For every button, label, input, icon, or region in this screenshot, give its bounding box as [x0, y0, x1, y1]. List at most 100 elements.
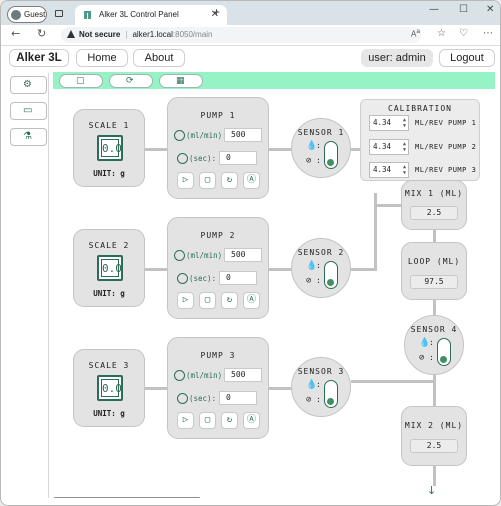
sensor-toggle[interactable] [324, 141, 338, 169]
stop-all-button[interactable]: ▢ [59, 74, 103, 88]
auto-button[interactable]: Ⓐ [243, 292, 260, 309]
play-button[interactable]: ▷ [177, 172, 194, 189]
mix1-value[interactable]: 2.5 [410, 206, 458, 220]
app-root: Alker 3L Home About user: admin Logout ⚙… [3, 46, 495, 498]
pipe [143, 387, 169, 390]
favorites-icon[interactable]: ☆ [437, 28, 446, 39]
time-input[interactable]: 0 [219, 151, 257, 165]
scale-unit: UNIT: g [93, 289, 125, 298]
profile-button[interactable]: Guest [7, 6, 47, 23]
calibration-input-3[interactable]: 4.34 ▲ ▼ [369, 162, 409, 178]
calculator-button[interactable]: ▦ [159, 74, 203, 88]
browser-tab[interactable]: Alker 3L Control Panel ✕ [75, 5, 227, 26]
user-badge: user: admin [361, 49, 433, 67]
time-label: (sec): [189, 394, 217, 403]
rotate-icon: ↻ [226, 295, 233, 305]
pump-card: PUMP 3 (ml/min): 500 (sec): 0 ▷ ▢ ↻ Ⓐ [167, 337, 269, 439]
timer-icon [177, 153, 188, 164]
scale-title: SCALE 1 [88, 121, 130, 130]
about-button[interactable]: About [133, 49, 185, 67]
sensor-toggle[interactable] [324, 261, 338, 289]
mix1-card: MIX 1 (ML) 2.5 [401, 180, 467, 230]
pipe [351, 268, 376, 271]
url-separator: | [125, 30, 128, 39]
pipe [433, 300, 436, 316]
sensor-title: SENSOR 2 [297, 248, 345, 257]
minimize-icon[interactable]: — [429, 4, 439, 15]
auto-button[interactable]: Ⓐ [243, 172, 260, 189]
sensor-title: SENSOR 1 [297, 128, 345, 137]
calculator-icon: ▦ [176, 76, 185, 86]
scale-title: SCALE 2 [88, 241, 130, 250]
loop-value[interactable]: 97.5 [410, 275, 458, 289]
more-menu-icon[interactable]: ⋯ [483, 28, 493, 39]
time-input[interactable]: 0 [219, 271, 257, 285]
stop-icon: ▢ [204, 415, 211, 425]
calibration-input-1[interactable]: 4.34 ▲ ▼ [369, 115, 409, 131]
rate-input[interactable]: 500 [224, 248, 262, 262]
mix1-title: MIX 1 (ML) [404, 189, 464, 198]
calibration-label: ML/REV PUMP 1 [415, 119, 477, 127]
brand-button[interactable]: Alker 3L [9, 49, 69, 67]
pipe [433, 372, 436, 408]
toggle-knob [327, 398, 334, 405]
spinner-icon[interactable]: ▲ ▼ [403, 164, 406, 176]
browser-window: Guest Alker 3L Control Panel ✕ + — ☐ ✕ ←… [0, 0, 501, 506]
experiment-button[interactable]: ⚗ [10, 128, 47, 146]
address-bar: ← ↻ Not secure | alker1.local:8050/main Aa… [1, 25, 500, 46]
logout-button[interactable]: Logout [439, 49, 495, 67]
scale-card: SCALE 3 0.0 UNIT: g [73, 349, 145, 427]
read-aloud-icon[interactable]: Aa [411, 28, 420, 39]
maximize-icon[interactable]: ☐ [459, 4, 468, 15]
spinner-icon[interactable]: ▲ ▼ [403, 141, 406, 153]
auto-button[interactable]: Ⓐ [243, 412, 260, 429]
scale-unit: UNIT: g [93, 409, 125, 418]
speedometer-icon [174, 250, 185, 261]
no-drop-icon: ⊘ [419, 353, 425, 363]
mix2-value[interactable]: 2.5 [410, 439, 458, 453]
refresh-icon: ⟳ [126, 76, 134, 86]
sidebar: ⚙ ▭ ⚗ [9, 73, 49, 498]
sensor-toggle[interactable] [437, 338, 451, 366]
extensions-icon[interactable]: ♡ [459, 28, 468, 39]
tab-actions-icon[interactable] [55, 10, 63, 17]
horizontal-scrollbar[interactable] [53, 497, 201, 498]
colon-label: : [316, 380, 321, 389]
time-input[interactable]: 0 [219, 391, 257, 405]
scale-display: 0.0 [97, 135, 123, 161]
sensor-toggle[interactable] [324, 380, 338, 408]
files-button[interactable]: ▭ [10, 102, 47, 120]
new-tab-button[interactable]: + [213, 5, 220, 19]
back-icon[interactable]: ← [11, 27, 20, 40]
stop-button[interactable]: ▢ [199, 412, 216, 429]
sensor-node: SENSOR 1 💧: ⊘: [291, 118, 351, 178]
colon-label: : [316, 276, 321, 285]
toggle-knob [327, 159, 334, 166]
refresh-button[interactable]: ⟳ [109, 74, 153, 88]
rate-label: (ml/min): [186, 131, 227, 140]
stop-button[interactable]: ▢ [199, 172, 216, 189]
reset-button[interactable]: ↻ [221, 292, 238, 309]
reset-button[interactable]: ↻ [221, 172, 238, 189]
colon-label: : [316, 156, 321, 165]
spinner-icon[interactable]: ▲ ▼ [403, 117, 406, 129]
reset-button[interactable]: ↻ [221, 412, 238, 429]
pump-card: PUMP 2 (ml/min): 500 (sec): 0 ▷ ▢ ↻ Ⓐ [167, 217, 269, 319]
home-button[interactable]: Home [76, 49, 128, 67]
pipe [267, 148, 293, 151]
folder-icon: ▭ [23, 105, 33, 116]
calibration-input-2[interactable]: 4.34 ▲ ▼ [369, 139, 409, 155]
mix2-title: MIX 2 (ML) [404, 421, 464, 430]
url-field[interactable]: Not secure | alker1.local:8050/main [61, 27, 421, 43]
reload-icon[interactable]: ↻ [37, 27, 46, 40]
play-button[interactable]: ▷ [177, 292, 194, 309]
pipe [351, 380, 433, 383]
rate-input[interactable]: 500 [224, 368, 262, 382]
window-close-icon[interactable]: ✕ [486, 4, 494, 15]
calibration-label: ML/REV PUMP 3 [415, 166, 477, 174]
calibration-panel: CALIBRATION 4.34 ▲ ▼ ML/REV PUMP 1 4.34 ▲ ▼ … [360, 99, 480, 181]
play-button[interactable]: ▷ [177, 412, 194, 429]
stop-button[interactable]: ▢ [199, 292, 216, 309]
rate-input[interactable]: 500 [224, 128, 262, 142]
settings-button[interactable]: ⚙ [10, 76, 47, 94]
